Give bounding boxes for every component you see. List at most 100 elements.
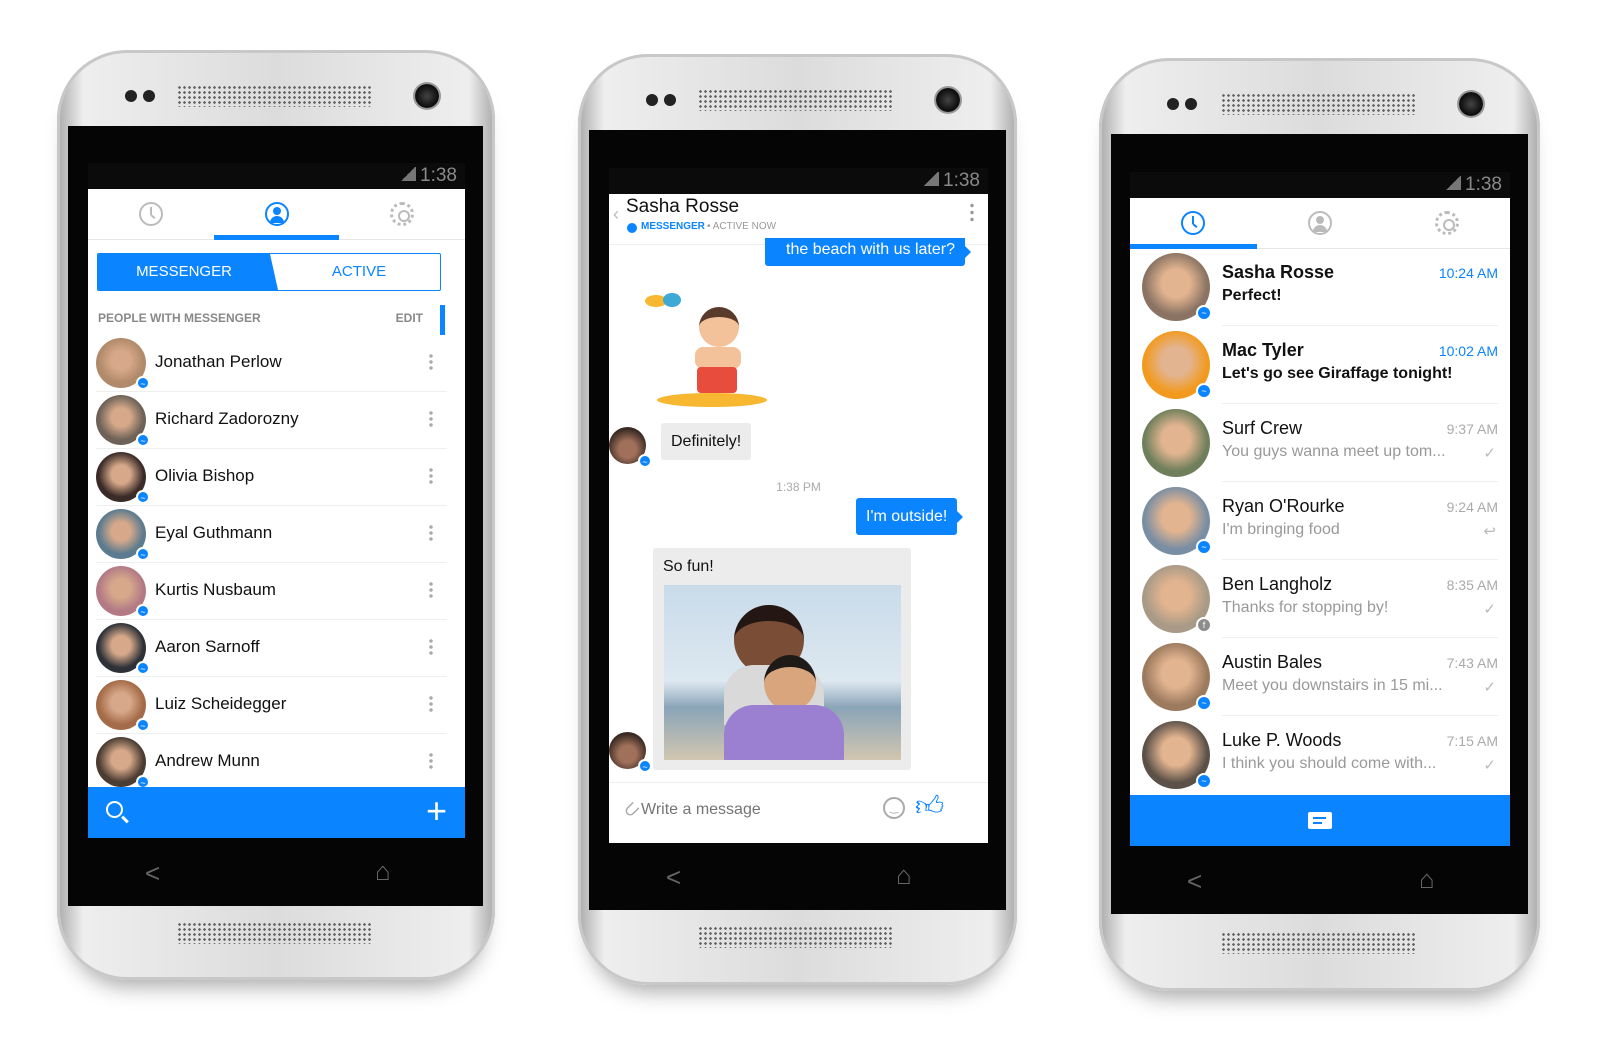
tab-bar (88, 189, 465, 240)
home-key-icon[interactable]: ⌂ (375, 856, 391, 887)
avatar: ~ (96, 452, 150, 504)
clock-icon (1181, 211, 1206, 235)
more-options-icon[interactable] (429, 353, 433, 371)
contact-name: Aaron Sarnoff (155, 637, 260, 656)
contact-row[interactable]: ~ Andrew Munn (96, 734, 447, 791)
speaker-grille (698, 926, 894, 948)
front-camera (1459, 92, 1483, 116)
avatar: ~ (96, 566, 150, 618)
edit-button[interactable]: EDIT (396, 311, 423, 325)
messenger-badge-icon: ~ (1196, 695, 1212, 711)
bottom-action-bar: + (88, 787, 465, 838)
avatar: ~ (1142, 487, 1212, 555)
more-options-icon[interactable] (429, 638, 433, 656)
front-camera (936, 88, 960, 112)
more-options-icon[interactable] (970, 202, 974, 222)
compose-message-icon[interactable] (1308, 812, 1332, 829)
conversation-name: Ryan O'Rourke (1222, 496, 1345, 516)
segment-messenger[interactable]: MESSENGER (98, 254, 270, 290)
message-incoming: Definitely! (661, 423, 752, 460)
avatar: ~ (96, 509, 150, 561)
contact-row[interactable]: ~ Aaron Sarnoff (96, 620, 447, 677)
more-options-icon[interactable] (429, 695, 433, 713)
chat-screen: 1:38 ‹ Sasha Rosse MESSENGER • ACTIVE NO… (609, 168, 988, 843)
speaker-grille (1221, 932, 1417, 954)
contact-name: Andrew Munn (155, 751, 260, 770)
surfer-sticker (645, 287, 780, 413)
avatar: ~ (96, 395, 150, 447)
signal-icon (923, 172, 940, 186)
conversation-row[interactable]: ~ Sasha Rosse 10:24 AM Perfect! (1130, 248, 1510, 326)
plus-icon[interactable]: + (426, 791, 447, 831)
avatar: ~ (96, 623, 150, 675)
conversation-preview: Let's go see Giraffage tonight! (1222, 365, 1453, 382)
status-bar: 1:38 (1130, 172, 1510, 198)
more-options-icon[interactable] (429, 752, 433, 770)
scrollbar[interactable] (440, 305, 445, 335)
home-key-icon[interactable]: ⌂ (896, 860, 912, 891)
conversation-row[interactable]: Surf Crew 9:37 AM You guys wanna meet up t… (1130, 404, 1510, 482)
segment-active[interactable]: ACTIVE (278, 254, 440, 290)
back-key-icon[interactable]: < (145, 858, 160, 889)
tab-people[interactable] (1257, 198, 1384, 248)
more-options-icon[interactable] (429, 410, 433, 428)
contact-row[interactable]: ~ Olivia Bishop (96, 449, 447, 506)
person-icon (264, 202, 289, 226)
conversation-time: 7:15 AM (1446, 733, 1498, 749)
conversation-row[interactable]: ~ Mac Tyler 10:02 AM Let's go see Giraffage… (1130, 326, 1510, 404)
tab-settings[interactable] (339, 189, 465, 239)
shared-photo[interactable] (664, 585, 901, 760)
search-icon[interactable] (106, 801, 123, 818)
people-screen: 1:38 MESSENGER ACTIVE PEOPLE WITH MESSEN… (88, 163, 465, 838)
messenger-badge-icon (627, 223, 637, 233)
contact-row[interactable]: ~ Eyal Guthmann (96, 506, 447, 563)
conversation-row[interactable]: ~ Luke P. Woods 7:15 AM I think you should … (1130, 716, 1510, 794)
tab-recent[interactable] (1130, 198, 1257, 249)
status-time: 1:38 (1465, 174, 1502, 195)
person-icon (1308, 211, 1332, 235)
messenger-badge-icon: ~ (136, 547, 150, 561)
messenger-badge-icon: ~ (136, 490, 150, 504)
tab-recent[interactable] (88, 189, 214, 239)
tab-people[interactable] (213, 189, 340, 240)
more-options-icon[interactable] (429, 467, 433, 485)
back-chevron-icon[interactable]: ‹ (613, 204, 619, 225)
avatar: ~ (1142, 253, 1212, 321)
messenger-badge-icon: ~ (136, 718, 150, 732)
photo-caption: So fun! (663, 558, 714, 575)
contact-row[interactable]: ~ Kurtis Nusbaum (96, 563, 447, 620)
sensor-dot (1167, 98, 1179, 110)
segmented-control: MESSENGER ACTIVE (97, 253, 441, 291)
contact-row[interactable]: ~ Luiz Scheidegger (96, 677, 447, 734)
more-options-icon[interactable] (429, 581, 433, 599)
conversation-row[interactable]: ~ Austin Bales 7:43 AM Meet you downstairs … (1130, 638, 1510, 716)
conversation-name: Surf Crew (1222, 418, 1303, 438)
emoji-icon[interactable]: ‿ (883, 797, 905, 819)
back-key-icon[interactable]: < (666, 862, 681, 893)
conversation-name: Luke P. Woods (1222, 730, 1342, 750)
message-input[interactable] (639, 795, 879, 825)
conversation-time: 9:24 AM (1446, 499, 1498, 515)
front-camera (415, 84, 439, 108)
conversation-row[interactable]: f Ben Langholz 8:35 AM Thanks for stopping … (1130, 560, 1510, 638)
contact-row[interactable]: ~ Jonathan Perlow (96, 335, 447, 392)
messenger-badge-icon: ~ (1196, 539, 1212, 555)
tab-settings[interactable] (1383, 198, 1510, 248)
contact-row[interactable]: ~ Richard Zadorozny (96, 392, 447, 449)
home-key-icon[interactable]: ⌂ (1419, 864, 1435, 895)
status-bar: 1:38 (88, 163, 465, 189)
contact-avatar: ~ (609, 427, 652, 468)
avatar: ~ (1142, 331, 1212, 399)
messenger-badge-icon: ~ (136, 604, 150, 618)
more-options-icon[interactable] (429, 524, 433, 542)
sensor-dot (125, 90, 137, 102)
messenger-badge-icon: ~ (136, 376, 150, 390)
contact-name[interactable]: Sasha Rosse (626, 196, 739, 218)
like-thumb-icon[interactable]: 👍︎ (915, 789, 944, 823)
clock-icon (138, 202, 163, 226)
back-key-icon[interactable]: < (1187, 866, 1202, 897)
gear-icon (390, 202, 415, 226)
conversation-name: Mac Tyler (1222, 340, 1304, 360)
conversation-row[interactable]: ~ Ryan O'Rourke 9:24 AM I'm bringing food ↩ (1130, 482, 1510, 560)
contact-name: Olivia Bishop (155, 466, 255, 485)
